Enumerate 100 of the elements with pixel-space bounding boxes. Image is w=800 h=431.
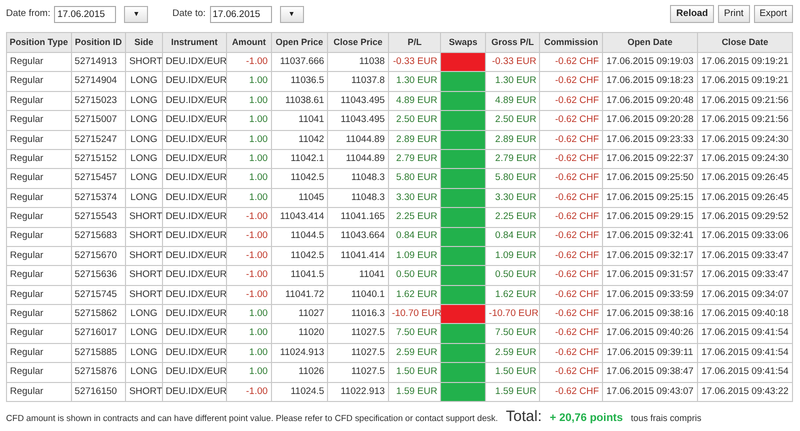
date-label: Date from: (6, 6, 50, 21)
table-cell: 11038 (328, 52, 388, 72)
table-cell: LONG (126, 304, 162, 324)
table-cell: 1.62 EUR (485, 285, 540, 305)
total-value: + 20,76 points (550, 411, 623, 426)
table-cell: 3.30 EUR (485, 188, 540, 208)
table-cell: 52715683 (71, 227, 126, 246)
table-cell: Regular (6, 149, 72, 169)
table-cell: SHORT (126, 382, 162, 402)
table-cell: Regular (6, 130, 72, 150)
table-cell: SHORT (126, 227, 162, 246)
date-label: Date to: (172, 6, 206, 21)
table-cell: 52715152 (71, 149, 126, 169)
table-cell: 11024.5 (271, 382, 328, 402)
table-cell: Regular (6, 324, 72, 344)
table-cell: 0.50 EUR (485, 266, 540, 286)
table-cell: 11044.89 (328, 130, 388, 150)
date-field[interactable]: 17.06.2015 (210, 6, 272, 22)
table-cell: -0.62 CHF (540, 91, 602, 111)
table-cell: 17.06.2015 09:43:22 (697, 382, 792, 402)
table-cell: 17.06.2015 09:19:21 (697, 52, 792, 72)
table-cell: -0.62 CHF (540, 110, 602, 130)
table-cell: 1.00 (226, 362, 272, 382)
table-cell: 17.06.2015 09:40:26 (602, 324, 698, 344)
table-cell: DEU.IDX/EUR (162, 343, 227, 363)
table-cell: DEU.IDX/EUR (162, 266, 227, 286)
table-cell: LONG (126, 324, 162, 344)
table-cell: -0.62 CHF (540, 188, 602, 208)
table-cell: 52715374 (71, 188, 126, 208)
table-cell: -0.62 CHF (540, 324, 602, 344)
table-cell: -0.62 CHF (540, 227, 602, 246)
table-cell: SHORT (126, 266, 162, 286)
table-cell: DEU.IDX/EUR (162, 304, 227, 324)
column-header: Position ID (71, 32, 126, 52)
table-cell: Regular (6, 343, 72, 363)
table-cell: DEU.IDX/EUR (162, 246, 227, 266)
table-cell: 11043.664 (328, 227, 388, 246)
table-cell: SHORT (126, 285, 162, 305)
table-cell: 11026 (271, 362, 328, 382)
table-cell: 11041.165 (328, 208, 388, 228)
table-cell: 11042 (271, 130, 328, 150)
table-cell: 17.06.2015 09:24:30 (697, 149, 792, 169)
table-cell: 2.50 EUR (485, 110, 540, 130)
column-header: Close Price (328, 32, 388, 52)
table-cell: 5.80 EUR (485, 168, 540, 188)
column-header: Open Price (271, 32, 328, 52)
table-cell: 1.30 EUR (485, 72, 540, 92)
table-cell: 52716017 (71, 324, 126, 344)
table-cell: 1.00 (226, 72, 272, 92)
table-cell: 11022.913 (328, 382, 388, 402)
table-cell: DEU.IDX/EUR (162, 130, 227, 150)
table-cell: -1.00 (226, 285, 272, 305)
total-note: tous frais compris (630, 412, 702, 426)
table-cell: -1.00 (226, 208, 272, 228)
table-cell: 52715862 (71, 304, 126, 324)
table-cell: -0.62 CHF (540, 382, 602, 402)
table-cell: DEU.IDX/EUR (162, 285, 227, 305)
table-cell: Regular (6, 52, 72, 72)
table-cell: 52715670 (71, 246, 126, 266)
column-header: Close Date (697, 32, 792, 52)
table-cell: DEU.IDX/EUR (162, 110, 227, 130)
table-cell: 1.00 (226, 149, 272, 169)
table-cell: Regular (6, 110, 72, 130)
table-cell: -0.62 CHF (540, 246, 602, 266)
date-field[interactable]: 17.06.2015 (54, 6, 116, 22)
table-cell: DEU.IDX/EUR (162, 188, 227, 208)
table-cell: 52715543 (71, 208, 126, 228)
table-cell: 17.06.2015 09:32:41 (602, 227, 698, 246)
table-cell: 17.06.2015 09:29:15 (602, 208, 698, 228)
table-cell: 52715247 (71, 130, 126, 150)
table-cell: 11041.414 (328, 246, 388, 266)
table-cell: 17.06.2015 09:33:47 (697, 246, 792, 266)
table-cell: -0.62 CHF (540, 72, 602, 92)
table-cell: -1.00 (226, 52, 272, 72)
table-cell: 11040.1 (328, 285, 388, 305)
table-cell: 11043.495 (328, 110, 388, 130)
reload-button[interactable]: Reload (670, 5, 714, 23)
table-cell: 52715885 (71, 343, 126, 363)
print-button[interactable]: Print (718, 5, 750, 23)
column-header: P/L (388, 32, 441, 52)
table-cell: -0.62 CHF (540, 52, 602, 72)
table-cell: 52716150 (71, 382, 126, 402)
table-cell: 11027 (271, 304, 328, 324)
table-cell: 11027.5 (328, 343, 388, 363)
table-cell: 11041.72 (271, 285, 328, 305)
table-cell: 11042.1 (271, 149, 328, 169)
table-cell: LONG (126, 72, 162, 92)
table-cell: 1.00 (226, 324, 272, 344)
table-cell: DEU.IDX/EUR (162, 149, 227, 169)
column-header: Commission (540, 32, 602, 52)
table-cell: Regular (6, 168, 72, 188)
table-cell: DEU.IDX/EUR (162, 52, 227, 72)
table-cell: 11036.5 (271, 72, 328, 92)
table-cell: LONG (126, 91, 162, 111)
export-button[interactable]: Export (754, 5, 793, 23)
table-cell: SHORT (126, 208, 162, 228)
table-cell: -0.62 CHF (540, 304, 602, 324)
table-cell: 11042.5 (271, 246, 328, 266)
table-cell: -0.62 CHF (540, 343, 602, 363)
table-cell: LONG (126, 362, 162, 382)
